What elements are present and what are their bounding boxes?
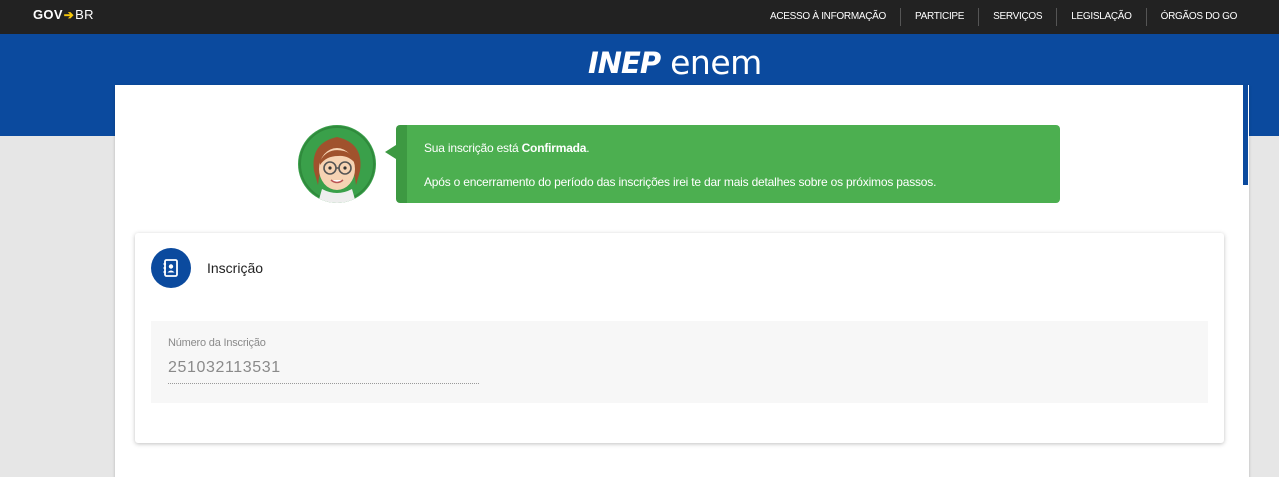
nav-legislacao[interactable]: LEGISLAÇÃO	[1057, 8, 1147, 26]
gov-logo-text: GOV	[33, 7, 63, 22]
inep-logo-text: INEP	[588, 45, 661, 80]
panel-title: Inscrição	[207, 260, 264, 276]
nav-participe[interactable]: PARTICIPE	[901, 8, 980, 26]
nav-servicos[interactable]: SERVIÇOS	[979, 8, 1058, 26]
next-steps-line: Após o encerramento do período das inscr…	[424, 175, 937, 189]
status-suffix: .	[586, 141, 590, 155]
nav-orgaos-do-governo[interactable]: ÓRGÃOS DO GO	[1147, 8, 1251, 26]
gov-nav: ACESSO À INFORMAÇÃO PARTICIPE SERVIÇOS L…	[756, 0, 1251, 34]
gov-top-bar: GOV ➔ BR ACESSO À INFORMAÇÃO PARTICIPE S…	[0, 0, 1279, 34]
field-underline	[168, 383, 479, 384]
registration-number-field: Número da Inscrição 251032113531	[151, 321, 1208, 403]
status-confirmed: Confirmada	[521, 141, 587, 155]
assistant-face-icon	[299, 126, 375, 203]
nav-acesso-informacao[interactable]: ACESSO À INFORMAÇÃO	[756, 8, 901, 26]
gov-arrow-icon: ➔	[63, 7, 75, 22]
gov-br-logo[interactable]: GOV ➔ BR	[33, 7, 94, 22]
registration-number-label: Número da Inscrição	[168, 337, 266, 349]
enem-logo-text: enem	[670, 43, 762, 82]
assistant-avatar	[298, 125, 376, 203]
scrollbar-thumb[interactable]	[1243, 85, 1248, 185]
br-logo-text: BR	[75, 7, 94, 22]
main-card: Sua inscrição está Confirmada. Após o en…	[115, 85, 1249, 477]
status-prefix: Sua inscrição está	[424, 141, 522, 155]
registration-number-value: 251032113531	[168, 359, 281, 376]
inscricao-panel: Inscrição Número da Inscrição 2510321135…	[135, 233, 1224, 443]
confirmation-message: Sua inscrição está Confirmada. Após o en…	[385, 125, 1060, 203]
inep-enem-logo: INEP enem	[588, 43, 762, 82]
confirmation-line: Sua inscrição está Confirmada.	[424, 140, 1060, 156]
contact-card-icon	[151, 248, 191, 288]
